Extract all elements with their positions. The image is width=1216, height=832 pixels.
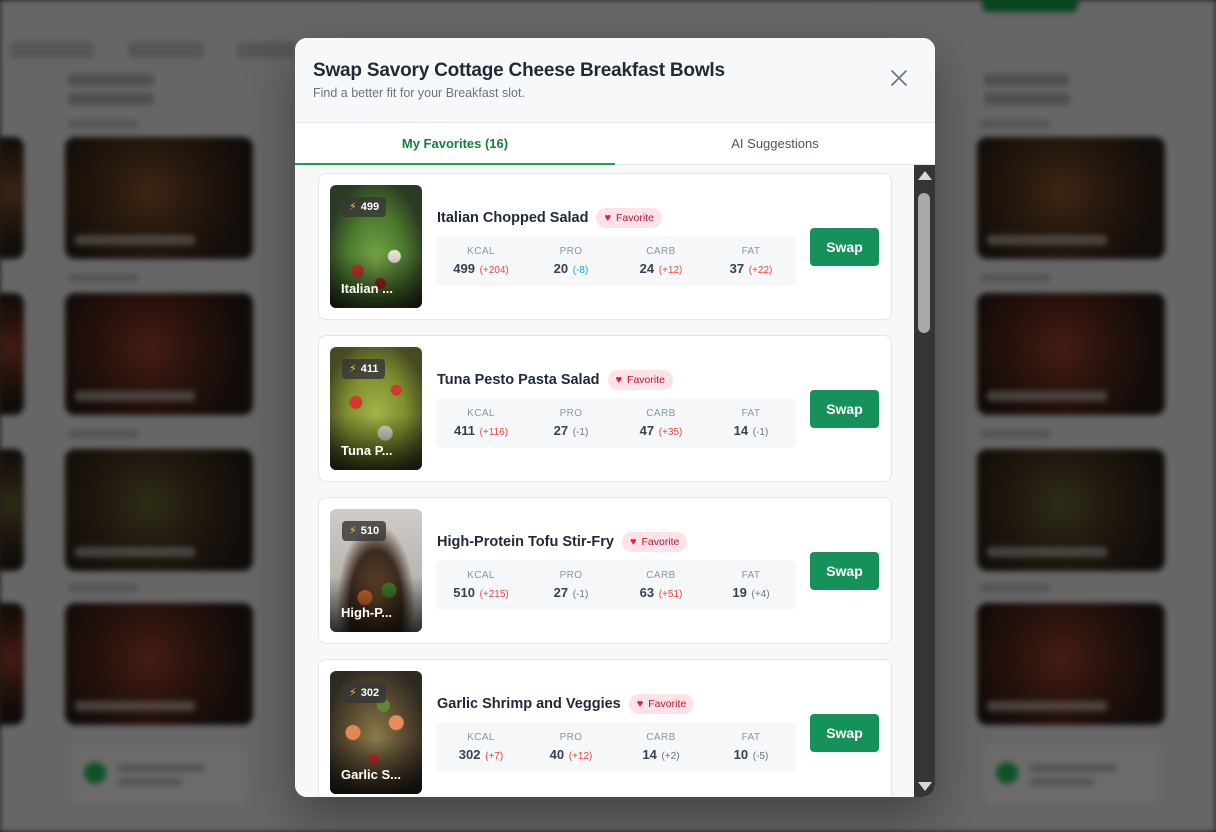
lightning-icon: ⚡ [349, 686, 357, 699]
recipe-image: ⚡ 302 Garlic S... [330, 671, 422, 794]
kcal-label: KCAL [467, 570, 495, 581]
close-icon [891, 70, 907, 86]
carb-value: 63 (+51) [639, 585, 683, 600]
tab-ai-suggestions[interactable]: AI Suggestions [615, 123, 935, 164]
protein-label: PRO [559, 408, 583, 419]
recipe-title: Italian Chopped Salad [437, 210, 589, 226]
recipe-card: ⚡ 302 Garlic S... Garlic Shrimp and Veggi… [318, 659, 892, 797]
swap-button[interactable]: Swap [810, 552, 879, 590]
favorite-badge: ♥ Favorite [607, 370, 673, 390]
swap-button[interactable]: Swap [810, 390, 879, 428]
fat-value: 37 (+22) [729, 261, 773, 276]
recipe-image-caption: High-P... [341, 605, 393, 620]
fat-label: FAT [741, 732, 761, 743]
lightning-icon: ⚡ [349, 362, 357, 375]
recipe-card: ⚡ 499 Italian ... Italian Chopped Salad ♥… [318, 173, 892, 320]
calorie-badge: ⚡ 510 [342, 521, 387, 541]
fat-label: FAT [741, 570, 761, 581]
calorie-badge: ⚡ 302 [342, 683, 387, 703]
tab-my-favorites[interactable]: My Favorites (16) [295, 123, 615, 165]
scroll-down-arrow-icon[interactable] [918, 782, 932, 791]
fat-label: FAT [741, 408, 761, 419]
kcal-value: 510 (+215) [453, 585, 509, 600]
macro-summary: KCAL 411 (+116) PRO 27 (-1) CARB 47 (+35) F… [436, 398, 796, 448]
recipe-image: ⚡ 499 Italian ... [330, 185, 422, 308]
carb-label: CARB [646, 732, 676, 743]
recipe-image-caption: Tuna P... [341, 443, 393, 458]
recipe-card: ⚡ 510 High-P... High-Protein Tofu Stir-Fr… [318, 497, 892, 644]
favorite-badge: ♥ Favorite [621, 532, 688, 552]
heart-icon: ♥ [604, 211, 611, 224]
recipe-image: ⚡ 510 High-P... [330, 509, 422, 632]
protein-label: PRO [559, 732, 583, 743]
recipe-title: High-Protein Tofu Stir-Fry [437, 534, 614, 550]
carb-label: CARB [646, 408, 676, 419]
protein-label: PRO [559, 246, 583, 257]
swap-button[interactable]: Swap [810, 228, 879, 266]
protein-label: PRO [559, 570, 583, 581]
carb-value: 14 (+2) [642, 747, 680, 762]
kcal-value: 302 (+7) [458, 747, 504, 762]
scrollbar-thumb[interactable] [918, 193, 930, 333]
carb-value: 24 (+12) [639, 261, 683, 276]
heart-icon: ♥ [615, 373, 623, 386]
lightning-icon: ⚡ [349, 200, 357, 213]
favorite-badge: ♥ Favorite [628, 694, 695, 714]
kcal-value: 411 (+116) [453, 423, 509, 438]
protein-value: 40 (+12) [549, 747, 593, 762]
modal-title: Swap Savory Cottage Cheese Breakfast Bow… [313, 60, 725, 81]
favorite-badge: ♥ Favorite [596, 208, 662, 228]
recipe-image: ⚡ 411 Tuna P... [330, 347, 422, 470]
kcal-label: KCAL [467, 246, 495, 257]
fat-value: 14 (-1) [733, 423, 769, 438]
carb-label: CARB [646, 246, 676, 257]
fat-label: FAT [741, 246, 761, 257]
recipe-list-scroll-area[interactable]: ⚡ 499 Italian ... Italian Chopped Salad ♥… [295, 165, 935, 797]
close-button[interactable] [889, 68, 909, 88]
recipe-title: Tuna Pesto Pasta Salad [437, 372, 600, 388]
swap-recipe-modal: Swap Savory Cottage Cheese Breakfast Bow… [295, 38, 935, 797]
calorie-badge: ⚡ 411 [342, 359, 386, 379]
macro-summary: KCAL 499 (+204) PRO 20 (-8) CARB 24 (+12) F… [436, 236, 796, 286]
carb-label: CARB [646, 570, 676, 581]
kcal-value: 499 (+204) [453, 261, 509, 276]
recipe-image-caption: Garlic S... [341, 767, 401, 782]
carb-value: 47 (+35) [639, 423, 683, 438]
fat-value: 10 (-5) [733, 747, 769, 762]
recipe-card: ⚡ 411 Tuna P... Tuna Pesto Pasta Salad ♥ F… [318, 335, 892, 482]
kcal-label: KCAL [467, 732, 495, 743]
calorie-badge: ⚡ 499 [342, 197, 387, 217]
tab-bar: My Favorites (16) AI Suggestions [295, 123, 935, 165]
heart-icon: ♥ [636, 697, 644, 710]
macro-summary: KCAL 302 (+7) PRO 40 (+12) CARB 14 (+2) FAT… [436, 722, 796, 772]
macro-summary: KCAL 510 (+215) PRO 27 (-1) CARB 63 (+51) F… [436, 560, 796, 610]
heart-icon: ♥ [629, 535, 637, 548]
lightning-icon: ⚡ [349, 524, 357, 537]
protein-value: 27 (-1) [553, 423, 589, 438]
scroll-up-arrow-icon[interactable] [918, 171, 932, 180]
kcal-label: KCAL [467, 408, 495, 419]
modal-subtitle: Find a better fit for your Breakfast slo… [313, 86, 525, 100]
modal-header: Swap Savory Cottage Cheese Breakfast Bow… [295, 38, 935, 123]
swap-button[interactable]: Swap [810, 714, 879, 752]
protein-value: 20 (-8) [553, 261, 589, 276]
recipe-title: Garlic Shrimp and Veggies [437, 696, 621, 712]
fat-value: 19 (+4) [732, 585, 770, 600]
protein-value: 27 (-1) [553, 585, 589, 600]
recipe-image-caption: Italian ... [341, 281, 394, 296]
recipe-list: ⚡ 499 Italian ... Italian Chopped Salad ♥… [318, 173, 892, 797]
scrollbar[interactable] [914, 165, 935, 797]
